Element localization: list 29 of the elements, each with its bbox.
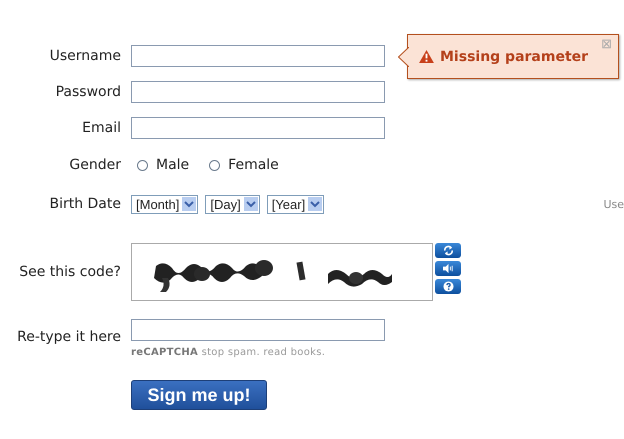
- help-button[interactable]: [435, 279, 461, 294]
- input-field[interactable]: [131, 319, 385, 341]
- input-field[interactable]: [131, 81, 385, 103]
- help-icon: [442, 281, 454, 292]
- field-label: See this code?: [18, 264, 121, 280]
- field-label: Password: [54, 84, 121, 100]
- field-label: Username: [48, 48, 121, 64]
- audio-button[interactable]: [435, 261, 461, 276]
- input-field[interactable]: [131, 117, 385, 139]
- error-message: Missing parameter: [440, 48, 588, 64]
- refresh-icon: [442, 245, 454, 256]
- input-field[interactable]: [131, 45, 385, 67]
- field-label: Gender: [68, 157, 121, 173]
- field-label: Re-type it here: [16, 328, 121, 344]
- captcha-tagline: reCAPTCHA stop spam. read books.: [131, 347, 326, 358]
- field-label: Birth Date: [48, 196, 121, 212]
- dropdown[interactable]: [Year]: [266, 194, 324, 214]
- dropdown[interactable]: [Day]: [205, 194, 260, 214]
- radio-label[interactable]: Male: [156, 157, 190, 173]
- radio-label[interactable]: Female: [228, 157, 279, 173]
- side-text: Use: [603, 198, 624, 210]
- field-label: Email: [81, 120, 121, 136]
- warning-icon: [419, 50, 434, 63]
- radio-button[interactable]: [209, 160, 220, 170]
- sign-up-button[interactable]: Sign me up!: [131, 380, 267, 410]
- refresh-button[interactable]: [435, 243, 461, 258]
- speaker-icon: [442, 263, 454, 274]
- radio-button[interactable]: [137, 160, 148, 170]
- dropdown[interactable]: [Month]: [131, 194, 198, 214]
